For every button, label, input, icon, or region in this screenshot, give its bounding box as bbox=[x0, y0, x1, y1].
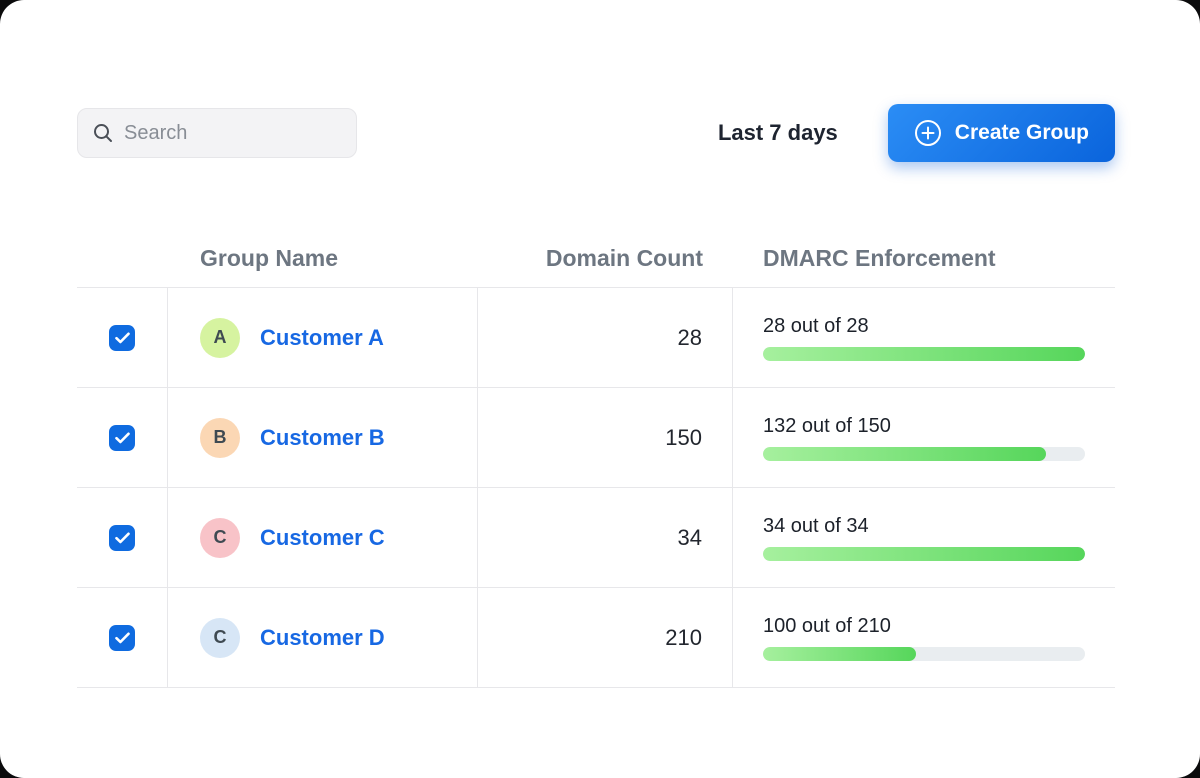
domain-count-value: 210 bbox=[478, 588, 733, 687]
row-checkbox[interactable] bbox=[109, 325, 135, 351]
domain-count-value: 28 bbox=[478, 288, 733, 387]
search-box[interactable] bbox=[77, 108, 357, 158]
dmarc-progress-fill bbox=[763, 447, 1046, 461]
plus-circle-icon bbox=[914, 119, 942, 147]
customer-name-link[interactable]: Customer C bbox=[260, 525, 385, 551]
customer-avatar: C bbox=[200, 518, 240, 558]
check-icon bbox=[115, 632, 130, 644]
dmarc-enforcement-text: 100 out of 210 bbox=[763, 615, 1085, 638]
search-icon bbox=[92, 122, 114, 144]
period-label: Last 7 days bbox=[718, 120, 888, 146]
dmarc-progress-bar bbox=[763, 347, 1085, 361]
dmarc-progress-fill bbox=[763, 347, 1085, 361]
col-header-domain-count: Domain Count bbox=[478, 245, 733, 272]
check-icon bbox=[115, 432, 130, 444]
col-header-dmarc-enforcement: DMARC Enforcement bbox=[733, 245, 1115, 272]
create-group-label: Create Group bbox=[955, 121, 1089, 145]
row-checkbox[interactable] bbox=[109, 525, 135, 551]
customer-name-link[interactable]: Customer A bbox=[260, 325, 384, 351]
table-header-row: Group Name Domain Count DMARC Enforcemen… bbox=[77, 230, 1115, 288]
customer-name-link[interactable]: Customer B bbox=[260, 425, 385, 451]
dmarc-enforcement-text: 132 out of 150 bbox=[763, 415, 1085, 438]
table-row: C Customer D 210 100 out of 210 bbox=[77, 588, 1115, 688]
check-icon bbox=[115, 332, 130, 344]
dmarc-progress-fill bbox=[763, 547, 1085, 561]
table-row: A Customer A 28 28 out of 28 bbox=[77, 288, 1115, 388]
domain-count-value: 150 bbox=[478, 388, 733, 487]
avatar-letter: B bbox=[214, 427, 227, 448]
table-row: C Customer C 34 34 out of 34 bbox=[77, 488, 1115, 588]
table-row: B Customer B 150 132 out of 150 bbox=[77, 388, 1115, 488]
avatar-letter: C bbox=[214, 527, 227, 548]
customer-avatar: C bbox=[200, 618, 240, 658]
groups-page: Last 7 days Create Group Group Name Doma… bbox=[0, 0, 1200, 778]
dmarc-progress-fill bbox=[763, 647, 916, 661]
row-checkbox[interactable] bbox=[109, 425, 135, 451]
customer-avatar: A bbox=[200, 318, 240, 358]
row-checkbox[interactable] bbox=[109, 625, 135, 651]
dmarc-progress-bar bbox=[763, 447, 1085, 461]
customer-avatar: B bbox=[200, 418, 240, 458]
check-icon bbox=[115, 532, 130, 544]
customer-name-link[interactable]: Customer D bbox=[260, 625, 385, 651]
table-body: A Customer A 28 28 out of 28 B Customer … bbox=[77, 288, 1115, 688]
dmarc-enforcement-text: 28 out of 28 bbox=[763, 315, 1085, 338]
groups-table: Group Name Domain Count DMARC Enforcemen… bbox=[77, 230, 1115, 688]
dmarc-progress-bar bbox=[763, 647, 1085, 661]
search-input[interactable] bbox=[124, 122, 342, 145]
dmarc-enforcement-text: 34 out of 34 bbox=[763, 515, 1085, 538]
avatar-letter: A bbox=[214, 327, 227, 348]
col-header-group-name: Group Name bbox=[168, 245, 478, 272]
domain-count-value: 34 bbox=[478, 488, 733, 587]
dmarc-progress-bar bbox=[763, 547, 1085, 561]
create-group-button[interactable]: Create Group bbox=[888, 104, 1115, 162]
toolbar: Last 7 days Create Group bbox=[77, 104, 1115, 162]
avatar-letter: C bbox=[214, 627, 227, 648]
